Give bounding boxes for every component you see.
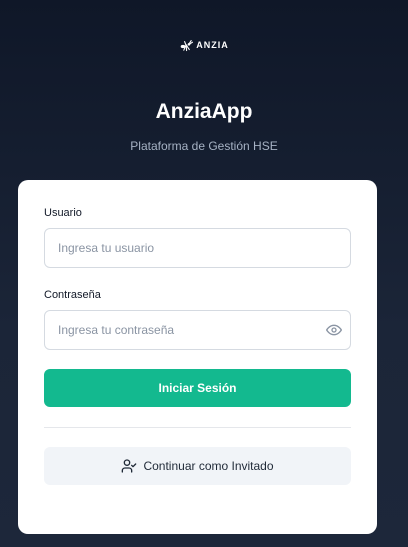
logo-text: ANZIA bbox=[196, 40, 229, 50]
guest-button-label: Continuar como Invitado bbox=[143, 459, 274, 473]
password-input[interactable] bbox=[44, 310, 351, 350]
divider bbox=[44, 427, 351, 428]
username-label: Usuario bbox=[44, 207, 82, 219]
user-check-icon bbox=[122, 459, 137, 473]
eye-icon[interactable] bbox=[326, 322, 342, 338]
login-button[interactable]: Iniciar Sesión bbox=[44, 369, 351, 407]
app-title: AnziaApp bbox=[155, 100, 253, 123]
app-subtitle: Plataforma de Gestión HSE bbox=[130, 139, 278, 153]
password-label: Contraseña bbox=[44, 289, 101, 301]
username-input[interactable] bbox=[44, 228, 351, 268]
login-card: Usuario Contraseña Iniciar Sesión Contin… bbox=[18, 180, 377, 534]
brand-logo: ANZIA bbox=[0, 38, 408, 52]
guest-button[interactable]: Continuar como Invitado bbox=[44, 447, 351, 485]
ant-icon bbox=[180, 40, 194, 52]
